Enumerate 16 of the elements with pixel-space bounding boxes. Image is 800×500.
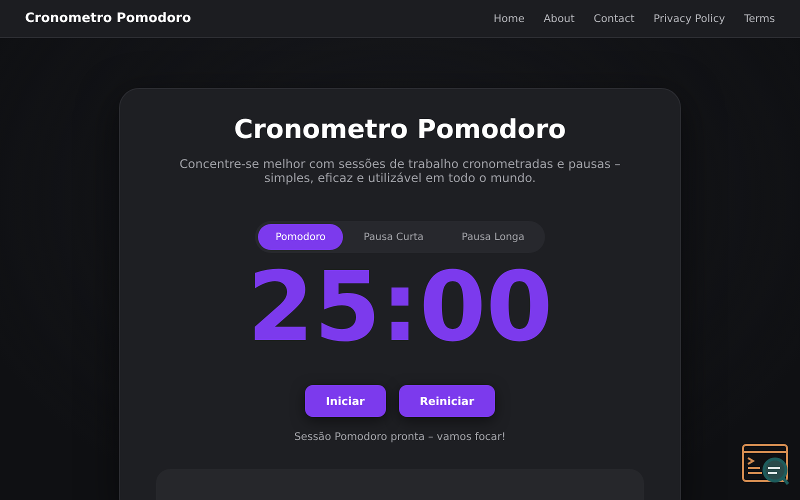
status-message: Sessão Pomodoro pronta – vamos focar! [294, 431, 506, 443]
mode-tab[interactable]: Pausa Curta [346, 224, 441, 250]
start-button[interactable]: Iniciar [304, 385, 386, 417]
reset-button[interactable]: Reiniciar [398, 385, 496, 417]
mode-tab[interactable]: Pausa Longa [444, 224, 542, 250]
site-title: Cronometro Pomodoro [25, 11, 192, 26]
page-title: Cronometro Pomodoro [234, 115, 566, 145]
nav-link[interactable]: Home [494, 12, 525, 24]
subtitle: Concentre-se melhor com sessões de trabalho cronometradas e pausas – simples, eficaz e utilizável em todo o mundo. [178, 157, 622, 185]
nav-link[interactable]: About [544, 12, 575, 24]
code-window-search-icon[interactable] [742, 444, 790, 486]
nav-link[interactable]: Terms [744, 12, 775, 24]
timer-display: 25:00 [247, 257, 553, 357]
nav-link[interactable]: Privacy Policy [654, 12, 726, 24]
nav-link[interactable]: Contact [594, 12, 635, 24]
mode-tab[interactable]: Pomodoro [258, 224, 343, 250]
